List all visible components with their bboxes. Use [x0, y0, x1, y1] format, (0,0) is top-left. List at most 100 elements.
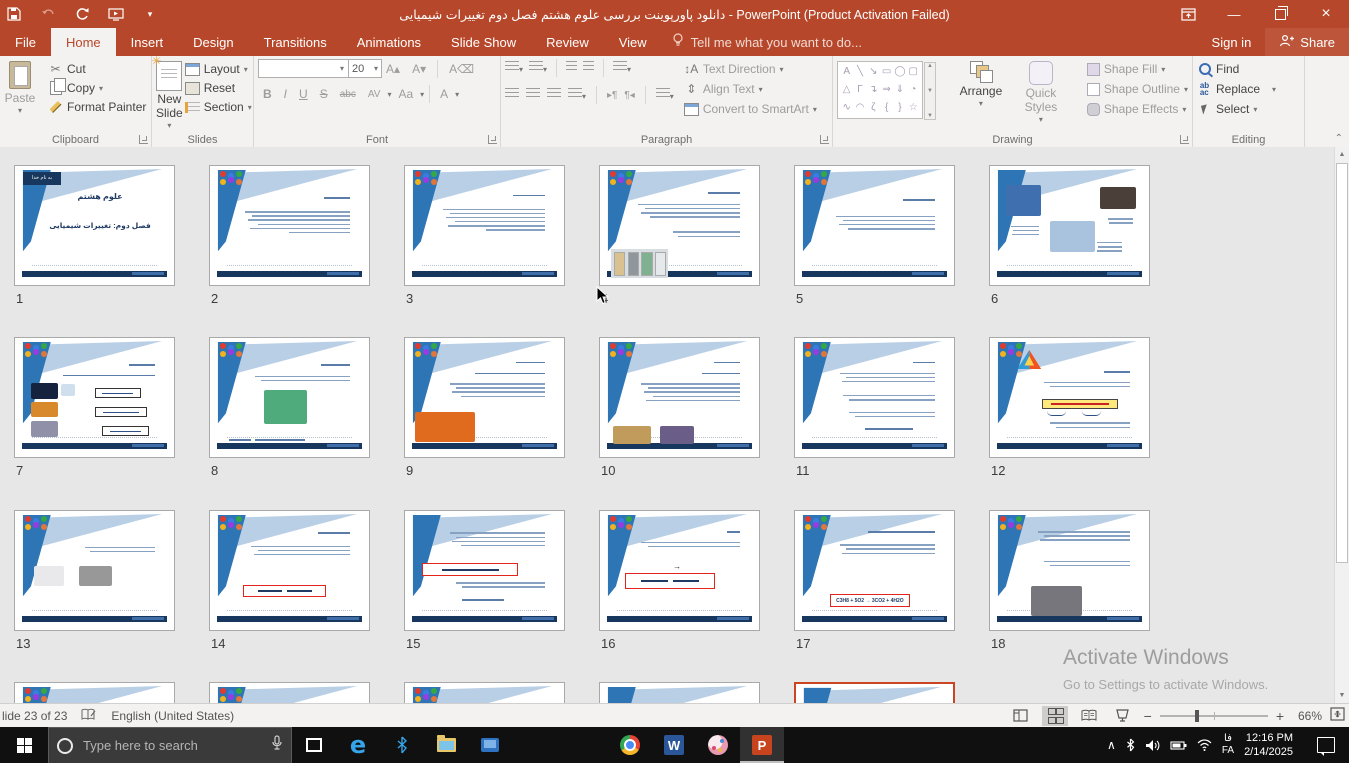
rtl-direction-button[interactable]: ¶◂	[624, 90, 634, 101]
search-input[interactable]	[81, 737, 263, 754]
shape-gallery-item[interactable]: ↘	[869, 67, 877, 77]
paint-app-button[interactable]	[696, 727, 740, 763]
reading-view-button[interactable]	[1076, 706, 1102, 726]
action-center-icon[interactable]	[1317, 737, 1335, 753]
section-button[interactable]: Section▾	[185, 100, 252, 114]
share-button[interactable]: Share	[1265, 28, 1349, 56]
normal-view-button[interactable]	[1008, 706, 1034, 726]
start-button[interactable]	[0, 727, 48, 763]
spell-check-icon[interactable]	[81, 708, 97, 724]
clear-formatting-button[interactable]: A⌫	[445, 60, 478, 78]
bold-button[interactable]: B	[258, 86, 277, 102]
slide-thumbnail-4[interactable]	[599, 165, 760, 286]
shape-gallery-item[interactable]: {	[885, 103, 888, 113]
vertical-scrollbar[interactable]: ▲ ▼	[1334, 147, 1349, 703]
font-name-input[interactable]	[258, 59, 350, 78]
slide-thumbnail-3[interactable]	[404, 165, 565, 286]
slideshow-view-button[interactable]	[1110, 706, 1136, 726]
shape-gallery-item[interactable]: ▢	[909, 67, 918, 77]
tray-bluetooth-icon[interactable]	[1126, 738, 1135, 752]
language-switcher[interactable]: فا FA	[1222, 733, 1234, 758]
task-view-button[interactable]	[292, 727, 336, 763]
fit-to-window-button[interactable]	[1330, 707, 1345, 724]
microphone-icon[interactable]	[271, 735, 283, 756]
tray-wifi-icon[interactable]	[1197, 739, 1212, 751]
slide-thumbnail-23[interactable]	[794, 682, 955, 703]
numbering-button[interactable]: ▾	[529, 59, 547, 77]
font-dialog-launcher[interactable]	[488, 135, 497, 144]
slide-sorter-view-button[interactable]	[1042, 706, 1068, 726]
decrease-indent-button[interactable]	[566, 59, 577, 77]
shape-gallery[interactable]: A╲↘▭◯▢△Γ↴⇒⇓◔∿◠ζ{}☆▲▼▼	[837, 61, 923, 119]
close-button[interactable]: ×	[1303, 0, 1349, 28]
increase-font-size-button[interactable]: A▴	[382, 60, 404, 78]
scroll-down-icon[interactable]: ▼	[1335, 688, 1349, 703]
zoom-in-button[interactable]: +	[1276, 708, 1284, 724]
cut-button[interactable]: ✂Cut	[48, 62, 146, 76]
font-color-button[interactable]: A	[435, 86, 453, 102]
paste-button[interactable]: Paste▾	[0, 59, 46, 115]
arrange-button[interactable]: Arrange▾	[955, 59, 1007, 124]
slide-thumbnail-12[interactable]	[989, 337, 1150, 458]
restore-button[interactable]	[1257, 0, 1303, 28]
shape-gallery-item[interactable]: ζ	[871, 103, 875, 113]
text-direction-button[interactable]: ↕AText Direction▾	[684, 62, 817, 76]
slide-thumbnail-6[interactable]	[989, 165, 1150, 286]
slide-thumbnail-14[interactable]	[209, 510, 370, 631]
align-left-button[interactable]	[505, 86, 519, 104]
find-button[interactable]: Find	[1197, 62, 1300, 76]
increase-indent-button[interactable]	[583, 59, 594, 77]
ltr-direction-button[interactable]: ▸¶	[607, 90, 617, 101]
tab-insert[interactable]: Insert	[116, 28, 179, 56]
character-spacing-button[interactable]: AV	[363, 88, 386, 101]
shape-gallery-item[interactable]: ╲	[857, 67, 863, 77]
strikethrough-button[interactable]: abc	[335, 88, 361, 101]
slide-thumbnail-2[interactable]	[209, 165, 370, 286]
ribbon-display-options-icon[interactable]	[1165, 0, 1211, 28]
scrollbar-thumb[interactable]	[1336, 163, 1348, 563]
slide-thumbnail-5[interactable]	[794, 165, 955, 286]
new-slide-button[interactable]: New Slide▾	[156, 59, 183, 130]
taskbar-clock[interactable]: 12:16 PM 2/14/2025	[1244, 731, 1293, 760]
scroll-up-icon[interactable]: ▲	[1335, 147, 1349, 162]
select-button[interactable]: Select▾	[1197, 102, 1300, 116]
shape-gallery-item[interactable]: A	[843, 67, 850, 77]
quick-styles-button[interactable]: Quick Styles▾	[1015, 59, 1067, 124]
slide-thumbnail-13[interactable]	[14, 510, 175, 631]
shape-gallery-item[interactable]: ⇒	[882, 85, 890, 95]
bluetooth-app-button[interactable]	[380, 727, 424, 763]
tab-review[interactable]: Review	[531, 28, 604, 56]
decrease-font-size-button[interactable]: A▾	[408, 60, 430, 78]
slide-thumbnail-9[interactable]	[404, 337, 565, 458]
shape-gallery-item[interactable]: ∿	[842, 103, 850, 113]
language-indicator[interactable]: English (United States)	[111, 709, 234, 723]
slide-thumbnail-21[interactable]	[404, 682, 565, 703]
shape-gallery-item[interactable]: ↴	[869, 85, 877, 95]
bullets-button[interactable]: ▾	[505, 59, 523, 77]
slide-thumbnail-11[interactable]	[794, 337, 955, 458]
zoom-slider-thumb[interactable]	[1195, 710, 1199, 722]
shape-effects-button[interactable]: Shape Effects▾	[1087, 102, 1188, 116]
change-case-button[interactable]: Aa	[393, 86, 418, 102]
underline-button[interactable]: U	[294, 86, 313, 102]
slide-thumbnail-19[interactable]	[14, 682, 175, 703]
tray-volume-icon[interactable]	[1145, 739, 1160, 752]
slide-thumbnail-22[interactable]	[599, 682, 760, 703]
drawing-dialog-launcher[interactable]	[1180, 135, 1189, 144]
align-right-button[interactable]	[547, 86, 561, 104]
justify-button[interactable]: ▾	[568, 86, 586, 104]
word-app-button[interactable]: W	[652, 727, 696, 763]
slide-thumbnail-8[interactable]	[209, 337, 370, 458]
tab-home[interactable]: Home	[51, 28, 116, 56]
shape-gallery-scrollbar[interactable]: ▲▼▼	[924, 62, 936, 120]
shape-gallery-item[interactable]: △	[843, 85, 851, 95]
slide-thumbnail-17[interactable]: C3H8 + 5O2 → 3CO2 + 4H2O	[794, 510, 955, 631]
tray-battery-icon[interactable]	[1170, 740, 1187, 751]
edge-app-button[interactable]: e	[336, 727, 380, 763]
tab-animations[interactable]: Animations	[342, 28, 436, 56]
tab-view[interactable]: View	[604, 28, 662, 56]
pc-app-button[interactable]	[468, 727, 512, 763]
tell-me-box[interactable]: Tell me what you want to do...	[662, 28, 872, 56]
slide-thumbnail-16[interactable]: →	[599, 510, 760, 631]
columns-button[interactable]: ▾	[656, 86, 674, 104]
